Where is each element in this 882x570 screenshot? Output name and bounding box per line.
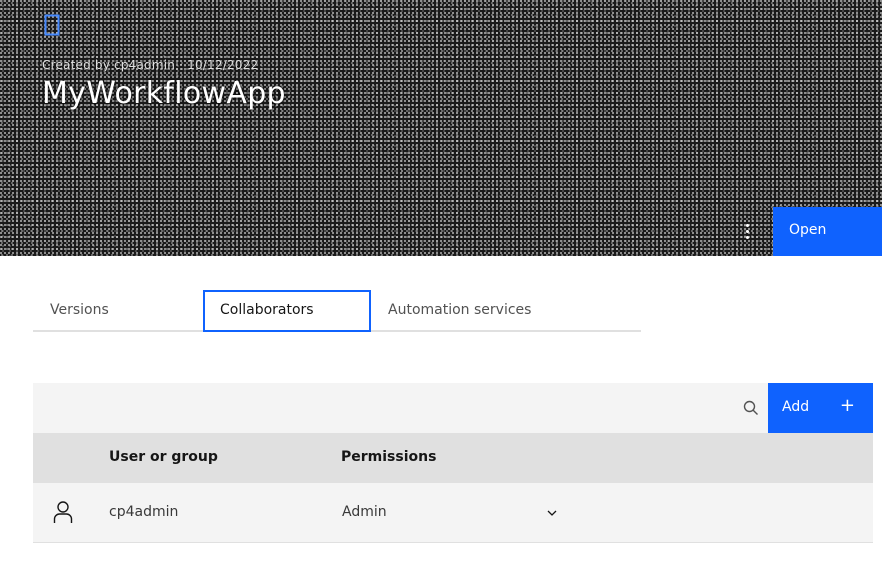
app-document-icon	[44, 14, 60, 36]
permission-dropdown[interactable]: Admin	[340, 493, 565, 533]
column-header-permissions: Permissions	[341, 449, 437, 465]
permission-value: Admin	[342, 504, 387, 520]
table-toolbar: Add +	[33, 383, 873, 433]
tab-versions[interactable]: Versions	[33, 290, 203, 330]
plus-icon: +	[839, 395, 855, 416]
search-icon	[743, 400, 758, 415]
chevron-down-icon	[547, 510, 557, 516]
user-icon	[53, 501, 73, 523]
tab-list: Versions Collaborators Automation servic…	[33, 290, 641, 332]
open-button[interactable]: Open	[773, 207, 882, 256]
column-header-user-or-group: User or group	[109, 449, 218, 465]
tab-automation-services[interactable]: Automation services	[371, 290, 571, 330]
table-row: cp4admin Admin	[33, 483, 873, 543]
app-header: Created by cp4admin · 10/12/2022 MyWorkf…	[0, 0, 882, 256]
overflow-menu-icon[interactable]	[739, 220, 755, 242]
table-header: User or group Permissions	[33, 433, 873, 483]
page-title: MyWorkflowApp	[42, 76, 286, 111]
add-collaborator-button[interactable]: Add +	[768, 383, 873, 433]
add-button-label: Add	[782, 399, 810, 415]
created-by-meta: Created by cp4admin · 10/12/2022	[42, 58, 259, 72]
tab-collaborators[interactable]: Collaborators	[203, 290, 371, 332]
user-name-cell: cp4admin	[109, 504, 179, 520]
